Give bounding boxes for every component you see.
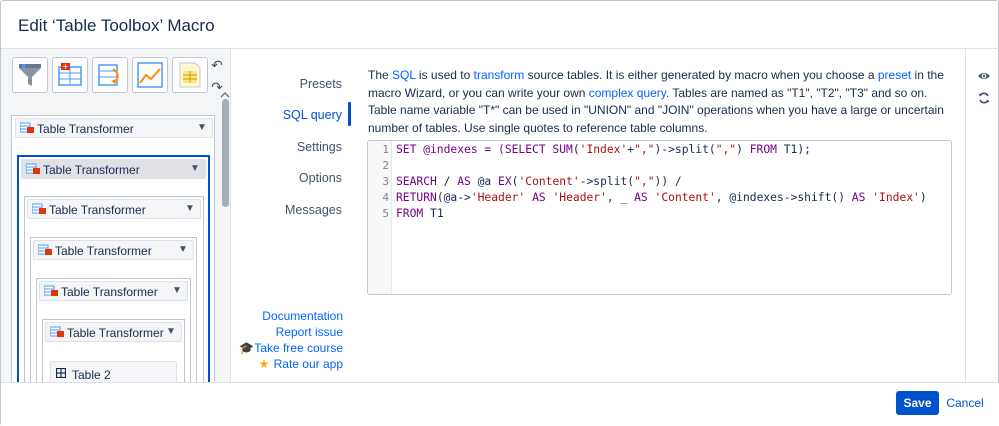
sql-link[interactable]: SQL [392,68,416,82]
add-column-tool-button[interactable]: + [52,57,88,93]
spreadsheet-tool-button[interactable] [172,57,208,93]
table-transformer-icon [32,203,46,214]
star-icon: ★ [258,357,270,371]
chevron-down-icon[interactable]: ▼ [175,242,191,258]
undo-icon[interactable]: ↶ [209,57,225,73]
tree-node-label: Table Transformer [61,285,158,299]
code-line-5: FROM T1 [396,207,444,220]
svg-text:+: + [62,62,69,71]
report-issue-link[interactable]: Report issue [276,325,343,339]
refresh-icon[interactable] [977,91,991,105]
tree-node-label: Table Transformer [49,203,146,217]
tree-node-label: Table Transformer [43,163,140,177]
line-number: 2 [382,159,389,172]
tree-container: Table Transformer ▼ Table 2 [42,319,185,382]
scroll-up-arrow-icon[interactable] [220,91,230,99]
table-transform-icon [98,64,119,86]
tree-node-selected[interactable]: Table Transformer ▼ [21,159,206,179]
table-transformer-icon [20,122,34,133]
macro-dialog: Edit ‘Table Toolbox’ Macro + ↶ ↷ Table T… [0,0,999,426]
line-number-gutter: 1 2 3 4 5 [368,141,392,294]
transform-link[interactable]: transform [474,68,525,82]
chevron-down-icon[interactable]: ▼ [194,120,210,136]
chevron-down-icon[interactable]: ▼ [169,283,185,299]
chart-tool-button[interactable] [132,57,168,93]
table-transformer-icon [26,163,40,174]
line-number: 5 [382,207,389,220]
chevron-down-icon[interactable]: ▼ [163,324,179,340]
settings-nav: Presets SQL query Settings Options Messa… [231,49,351,382]
line-number: 4 [382,191,389,204]
tree-leaf-table[interactable]: Table 2 [50,361,177,382]
sql-query-panel: The SQL is used to transform source tabl… [352,49,965,382]
chevron-down-icon[interactable]: ▼ [182,201,198,217]
sql-code-editor[interactable]: 1 2 3 4 5 SET @indexes = (SELECT SUM('In… [367,140,952,295]
preset-link[interactable]: preset [878,68,911,82]
cancel-button[interactable]: Cancel [944,391,986,415]
tree-node[interactable]: Table Transformer ▼ [39,281,188,301]
documentation-link[interactable]: Documentation [262,309,343,323]
eye-icon[interactable] [977,69,991,83]
tree-node-label: Table Transformer [37,122,134,136]
nav-item-sql-query[interactable]: SQL query [283,108,342,122]
desc-text: source tables. It is either generated by… [524,68,878,82]
line-number: 3 [382,175,389,188]
filter-tool-button[interactable] [12,57,48,93]
code-line-4: RETURN(@a->'Header' AS 'Header', _ AS 'C… [396,191,927,204]
nav-item-messages[interactable]: Messages [285,203,342,217]
spreadsheet-icon [179,62,201,88]
table-transformer-icon [38,244,52,255]
line-chart-icon [137,62,163,88]
sql-description: The SQL is used to transform source tabl… [368,67,956,137]
save-button[interactable]: Save [896,391,939,415]
free-course-label: Take free course [254,341,343,355]
tree-node[interactable]: Table Transformer ▼ [27,199,201,219]
line-number: 1 [382,143,389,156]
macro-tree-pane: + ↶ ↷ Table Transformer ▼ Table Transfor… [1,49,231,382]
desc-text: is used to [415,68,474,82]
table-transformer-icon [50,326,64,337]
table-add-column-icon: + [58,62,82,86]
preview-sidebar [965,49,999,382]
tree-node[interactable]: Table Transformer ▼ [33,240,194,260]
complex-query-link[interactable]: complex query [589,86,666,100]
tree-scrollbar-thumb[interactable] [222,99,229,207]
nav-item-options[interactable]: Options [299,171,342,185]
nav-item-presets[interactable]: Presets [300,77,342,91]
code-line-3: SEARCH / AS @a EX('Content'->split(","))… [396,175,682,188]
table-transformer-icon [44,285,58,296]
filter-funnel-icon [19,64,41,86]
nav-active-indicator [348,102,351,126]
rate-app-link[interactable]: ★ Rate our app [259,357,343,371]
tree-node-label: Table Transformer [55,244,152,258]
table-grid-icon [56,368,66,378]
rate-app-label: Rate our app [273,357,343,371]
desc-text: The [368,68,393,82]
transform-tool-button[interactable] [92,57,128,93]
tree-node-label: Table Transformer [67,326,164,340]
dialog-footer: Save Cancel [1,382,999,426]
graduation-cap-icon: 🎓 [239,341,255,355]
tree-node[interactable]: Table Transformer ▼ [45,322,182,342]
dialog-header: Edit ‘Table Toolbox’ Macro [1,1,999,49]
free-course-link[interactable]: 🎓Take free course [239,341,343,355]
nav-item-settings[interactable]: Settings [297,140,342,154]
chevron-down-icon[interactable]: ▼ [187,161,203,177]
dialog-title: Edit ‘Table Toolbox’ Macro [18,16,215,35]
code-line-1: SET @indexes = (SELECT SUM('Index'+",")-… [396,143,811,156]
tree-node[interactable]: Table Transformer ▼ [15,118,213,138]
tree-leaf-label: Table 2 [72,368,111,382]
